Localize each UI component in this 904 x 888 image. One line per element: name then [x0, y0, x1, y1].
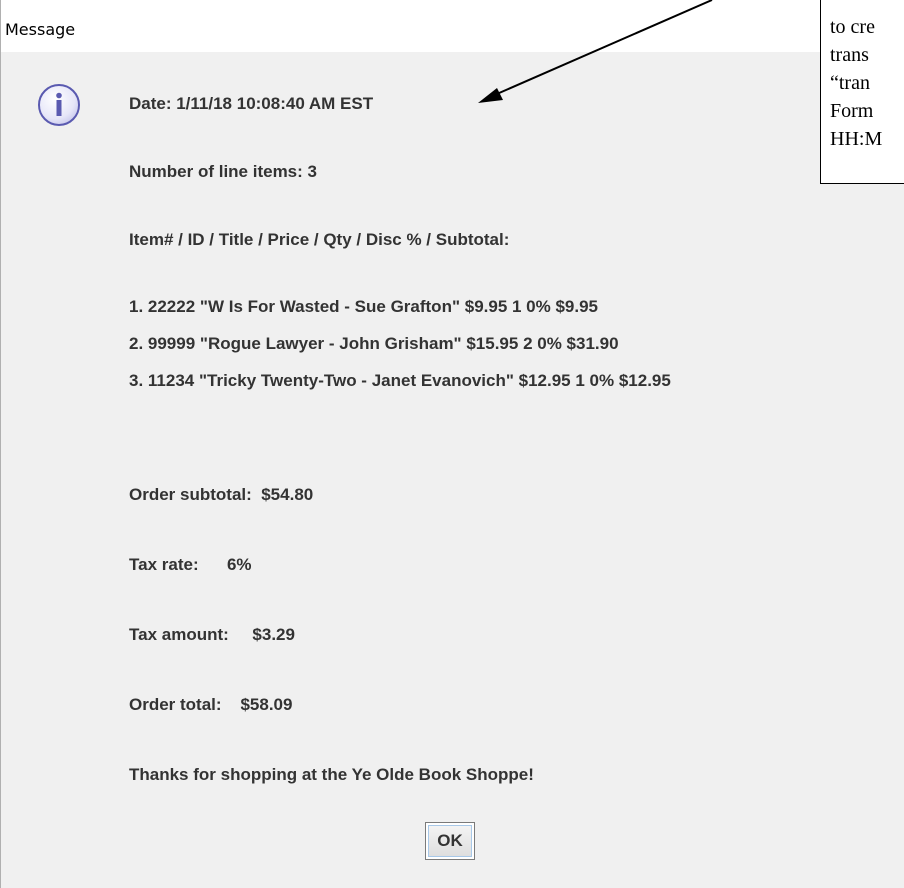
annotation-line: Form: [830, 100, 874, 122]
item-header: Item# / ID / Title / Price / Qty / Disc …: [129, 230, 510, 249]
annotation-callout: to cre trans “tran Form HH:M: [820, 0, 904, 184]
annotation-line: to cre: [830, 16, 875, 38]
tax-rate: Tax rate: 6%: [129, 555, 252, 574]
order-subtotal: Order subtotal: $54.80: [129, 485, 314, 504]
line-item: 3. 11234 "Tricky Twenty-Two - Janet Evan…: [129, 371, 671, 390]
line-item-count: Number of line items: 3: [129, 162, 317, 181]
thanks-message: Thanks for shopping at the Ye Olde Book …: [129, 765, 534, 784]
window-title: Message: [5, 20, 76, 39]
info-icon: [38, 84, 80, 126]
tax-amount: Tax amount: $3.29: [129, 625, 295, 644]
annotation-line: HH:M: [830, 128, 883, 150]
annotation-line: trans: [830, 44, 869, 66]
line-item: 1. 22222 "W Is For Wasted - Sue Grafton"…: [129, 297, 599, 316]
message-dialog: Message Date: 1/11/18 10:08:40 AM EST Nu…: [0, 0, 904, 888]
date-line: Date: 1/11/18 10:08:40 AM EST: [129, 94, 374, 113]
title-bar[interactable]: Message: [1, 0, 904, 52]
ok-button[interactable]: OK: [425, 822, 475, 860]
order-total: Order total: $58.09: [129, 695, 293, 714]
line-item: 2. 99999 "Rogue Lawyer - John Grisham" $…: [129, 334, 619, 353]
annotation-line: “tran: [830, 72, 870, 94]
